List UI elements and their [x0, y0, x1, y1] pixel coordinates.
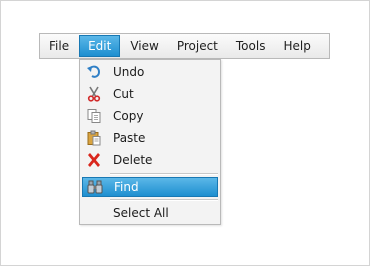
menu-item-select-all[interactable]: Select All	[82, 203, 218, 223]
scissors-icon	[84, 84, 104, 104]
binoculars-icon	[85, 177, 105, 197]
menu-item-label: Select All	[113, 206, 169, 220]
menu-help[interactable]: Help	[275, 35, 318, 57]
menu-item-label: Find	[114, 180, 139, 194]
delete-x-icon	[84, 150, 104, 170]
menu-item-label: Delete	[113, 153, 153, 167]
menu-edit[interactable]: Edit	[79, 35, 121, 57]
undo-icon	[84, 62, 104, 82]
menu-project[interactable]: Project	[169, 35, 226, 57]
window-frame: File Edit View Project Tools Help Undo C…	[0, 0, 370, 266]
menu-item-find[interactable]: Find	[82, 177, 218, 197]
menu-item-label: Copy	[113, 109, 144, 123]
menu-bar: File Edit View Project Tools Help	[39, 33, 330, 59]
menu-separator	[110, 199, 218, 201]
menu-item-paste[interactable]: Paste	[82, 128, 218, 148]
copy-icon	[84, 106, 104, 126]
menu-file[interactable]: File	[41, 35, 77, 57]
menu-item-delete[interactable]: Delete	[82, 150, 218, 170]
menu-tools[interactable]: Tools	[228, 35, 274, 57]
menu-item-label: Paste	[113, 131, 146, 145]
menu-view[interactable]: View	[122, 35, 166, 57]
menu-item-label: Cut	[113, 87, 134, 101]
menu-item-cut[interactable]: Cut	[82, 84, 218, 104]
paste-icon	[84, 128, 104, 148]
menu-separator	[110, 173, 218, 175]
menu-item-label: Undo	[113, 65, 145, 79]
menu-item-undo[interactable]: Undo	[82, 62, 218, 82]
edit-dropdown-menu: Undo Cut Copy Paste Delete Find Select A…	[79, 59, 221, 225]
menu-item-copy[interactable]: Copy	[82, 106, 218, 126]
